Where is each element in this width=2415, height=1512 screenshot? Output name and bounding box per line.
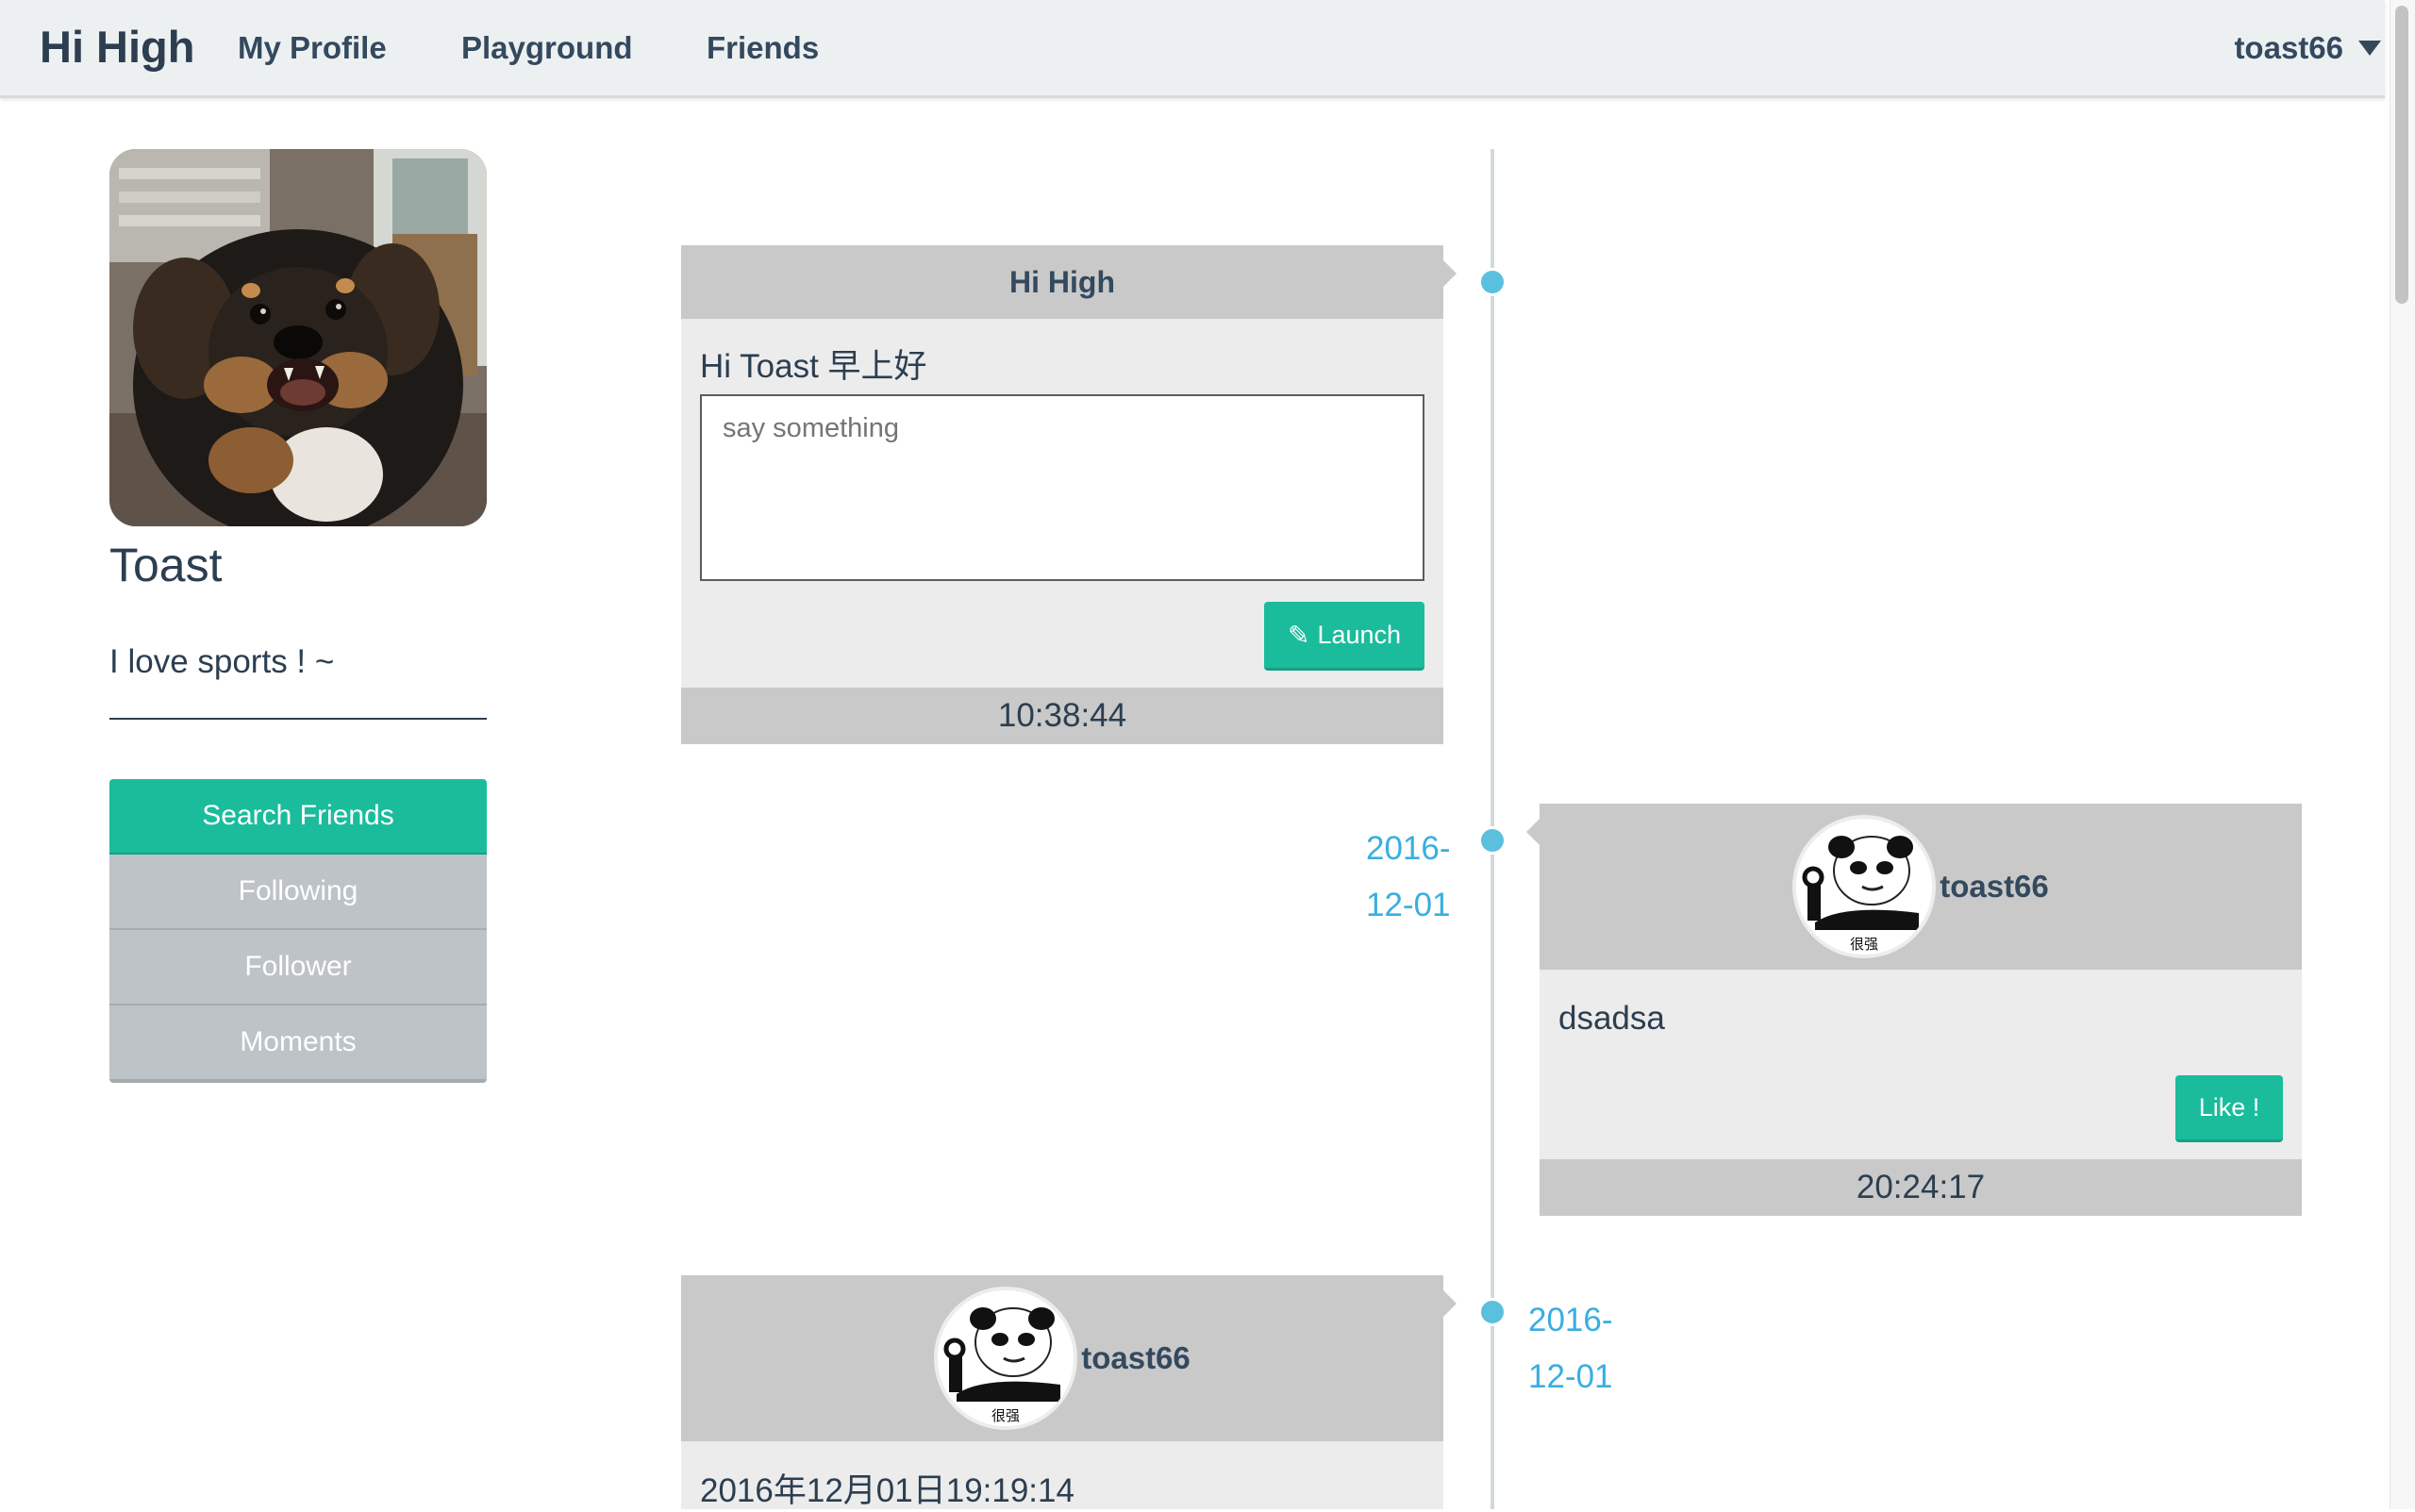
timeline-dot xyxy=(1478,1298,1507,1326)
post-textarea[interactable] xyxy=(700,394,1424,581)
greeting-text: Hi Toast 早上好 xyxy=(700,348,927,385)
side-menu: Search Friends Following Follower Moment… xyxy=(109,779,487,1083)
moments-button[interactable]: Moments xyxy=(109,1005,487,1083)
compose-card-header: Hi High xyxy=(681,245,1457,319)
avatar-caption: 很强 xyxy=(991,1407,1020,1424)
pencil-icon: ✎ xyxy=(1287,620,1310,650)
following-button[interactable]: Following xyxy=(109,855,487,930)
user-menu[interactable]: toast66 xyxy=(2234,30,2385,66)
profile-divider xyxy=(109,718,487,720)
user-avatar[interactable]: 很强 xyxy=(934,1287,1078,1430)
profile-motto: I love sports ! ~ xyxy=(109,643,335,680)
post-date: 2016- 12-01 xyxy=(1528,1292,1613,1405)
page-scrollbar[interactable] xyxy=(2390,0,2415,1509)
post-card: 很强 toast66 dsadsa Like ! 20:24:17 xyxy=(1526,804,2302,1216)
dog-photo xyxy=(109,149,487,526)
launch-button[interactable]: ✎ Launch xyxy=(1264,602,1424,671)
brand-logo[interactable]: Hi High xyxy=(40,21,194,73)
post-body: dsadsa Like ! xyxy=(1540,970,2302,1159)
post-card-header: 很强 toast66 xyxy=(1526,804,2302,970)
follower-button[interactable]: Follower xyxy=(109,930,487,1005)
post-date-line1: 2016- xyxy=(1528,1302,1613,1338)
post-date: 2016- 12-01 xyxy=(1366,821,1451,934)
like-button[interactable]: Like ! xyxy=(2175,1075,2283,1142)
profile-avatar xyxy=(109,149,487,526)
post-time: 20:24:17 xyxy=(1540,1159,2302,1216)
post-content: dsadsa xyxy=(1558,1000,1665,1037)
scrollbar-thumb[interactable] xyxy=(2395,6,2408,304)
nav-link-my-profile[interactable]: My Profile xyxy=(238,30,387,66)
timeline-dot xyxy=(1478,826,1507,855)
top-navbar: Hi High My Profile Playground Friends to… xyxy=(0,0,2385,98)
post-body: 2016年12月01日19:19:14 xyxy=(681,1441,1443,1509)
timeline-dot xyxy=(1478,268,1507,296)
search-friends-button[interactable]: Search Friends xyxy=(109,779,487,855)
launch-button-label: Launch xyxy=(1317,620,1402,649)
panda-meme-image: 很强 xyxy=(1796,819,1933,955)
post-card: 很强 toast66 2016年12月01日19:19:14 xyxy=(681,1275,1457,1509)
card-pointer xyxy=(1526,819,1540,845)
nav-link-playground[interactable]: Playground xyxy=(461,30,633,66)
compose-card-title: Hi High xyxy=(1009,265,1115,299)
post-date-line2: 12-01 xyxy=(1366,887,1451,923)
post-card-header: 很强 toast66 xyxy=(681,1275,1457,1441)
compose-time: 10:38:44 xyxy=(681,688,1443,744)
post-username[interactable]: toast66 xyxy=(1940,869,2049,905)
profile-name: Toast xyxy=(109,539,223,591)
nav-link-friends[interactable]: Friends xyxy=(707,30,819,66)
card-pointer xyxy=(1443,1290,1457,1317)
card-pointer xyxy=(1443,260,1457,287)
caret-down-icon xyxy=(2358,41,2381,56)
post-username[interactable]: toast66 xyxy=(1081,1340,1191,1376)
post-content: 2016年12月01日19:19:14 xyxy=(700,1472,1074,1509)
compose-body: Hi Toast 早上好 ✎ Launch xyxy=(681,319,1443,688)
panda-meme-image: 很强 xyxy=(938,1290,1074,1426)
post-date-line2: 12-01 xyxy=(1528,1358,1613,1395)
compose-card: Hi High Hi Toast 早上好 ✎ Launch 10:38:44 xyxy=(681,245,1457,744)
post-date-line1: 2016- xyxy=(1366,830,1451,867)
avatar-caption: 很强 xyxy=(1850,936,1878,953)
user-avatar[interactable]: 很强 xyxy=(1792,815,1937,958)
user-menu-label: toast66 xyxy=(2234,30,2343,65)
